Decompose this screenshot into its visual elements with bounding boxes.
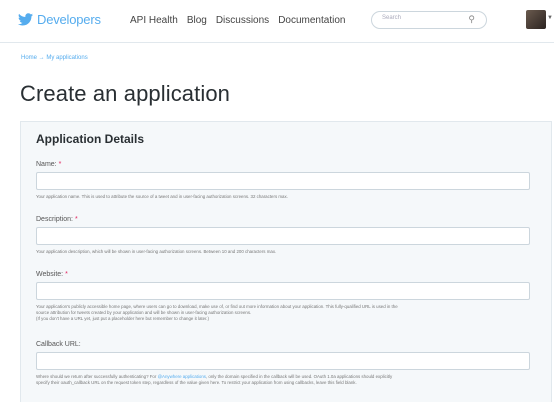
page-title: Create an application: [20, 81, 231, 106]
nav-item-blog[interactable]: Blog: [187, 15, 207, 26]
description-label: Description: *: [36, 216, 78, 223]
twitter-bird-icon: [18, 13, 33, 26]
callback-url-label: Callback URL:: [36, 341, 81, 348]
application-details-panel: Application Details Name: * Your applicat…: [20, 121, 552, 402]
name-field[interactable]: [36, 172, 530, 190]
nav-item-discussions[interactable]: Discussions: [216, 15, 269, 26]
description-help-text: Your application description, which will…: [36, 249, 277, 254]
anywhere-applications-link[interactable]: @Anywhere applications: [158, 374, 206, 379]
breadcrumb[interactable]: Home → My applications: [21, 55, 88, 61]
brand-text: Developers: [37, 12, 101, 27]
description-field[interactable]: [36, 227, 530, 245]
developers-logo[interactable]: Developers: [18, 12, 101, 27]
section-title: Application Details: [36, 132, 145, 146]
avatar[interactable]: [526, 10, 546, 29]
name-label: Name: *: [36, 161, 62, 168]
callback-url-help-text: Where should we return after successfull…: [36, 374, 393, 385]
website-label: Website: *: [36, 271, 68, 278]
chevron-down-icon[interactable]: ▼: [547, 15, 553, 21]
search-placeholder: Search: [382, 15, 402, 21]
search-input[interactable]: Search ⚲: [371, 11, 487, 29]
main-nav: API Health Blog Discussions Documentatio…: [130, 15, 354, 26]
name-help-text: Your application name. This is used to a…: [36, 194, 288, 199]
search-icon[interactable]: ⚲: [468, 14, 475, 25]
top-navigation-bar: Developers API Health Blog Discussions D…: [0, 0, 554, 43]
nav-item-documentation[interactable]: Documentation: [278, 15, 345, 26]
website-field[interactable]: [36, 282, 530, 300]
website-help-text: Your application's publicly accessible h…: [36, 304, 398, 321]
callback-url-field[interactable]: [36, 352, 530, 370]
nav-item-api-health[interactable]: API Health: [130, 15, 178, 26]
